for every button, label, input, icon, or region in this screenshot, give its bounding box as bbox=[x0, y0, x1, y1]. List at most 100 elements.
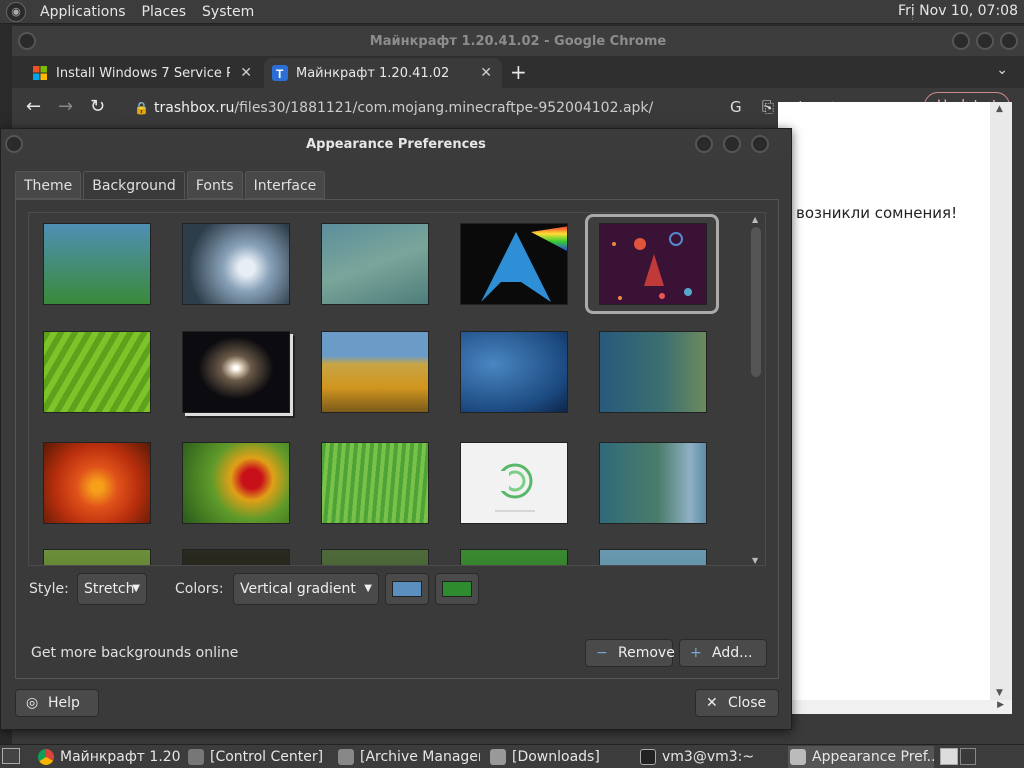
scroll-up-icon[interactable]: ▲ bbox=[996, 104, 1003, 114]
back-arrow-icon[interactable]: ← bbox=[26, 96, 41, 117]
mate-logo-icon[interactable]: ◉ bbox=[6, 1, 26, 22]
reload-icon[interactable]: ↻ bbox=[90, 96, 105, 117]
minus-icon: − bbox=[596, 645, 608, 661]
tab-close-icon[interactable]: ✕ bbox=[480, 65, 492, 81]
scroll-down-icon[interactable]: ▼ bbox=[752, 556, 758, 565]
menu-applications[interactable]: Applications bbox=[32, 4, 134, 20]
url-path: /files30/1881121/com.mojang.minecraftpe-… bbox=[234, 100, 654, 116]
taskbar-item-downloads[interactable]: [Downloads] bbox=[488, 746, 632, 768]
remove-button[interactable]: − Remove bbox=[585, 639, 675, 667]
background-thumbnail[interactable] bbox=[182, 331, 290, 413]
taskbar-item-terminal[interactable]: vm3@vm3:~ bbox=[638, 746, 782, 768]
url-domain: trashbox.ru bbox=[154, 100, 235, 116]
caret-down-icon: ▼ bbox=[364, 583, 372, 594]
menu-system[interactable]: System bbox=[194, 4, 262, 20]
colors-combo[interactable]: Vertical gradient ▼ bbox=[233, 573, 379, 605]
close-window-button[interactable] bbox=[751, 135, 769, 153]
chrome-titlebar[interactable]: Майнкрафт 1.20.41.02 - Google Chrome bbox=[12, 26, 1024, 56]
style-value: Stretch bbox=[84, 581, 135, 597]
background-thumbnail[interactable] bbox=[321, 331, 429, 413]
tab-close-icon[interactable]: ✕ bbox=[240, 65, 252, 81]
taskbar-item-chrome[interactable]: Майнкрафт 1.20... bbox=[36, 746, 180, 768]
background-thumbnail[interactable] bbox=[460, 549, 568, 565]
scrollbar-thumb[interactable] bbox=[751, 227, 761, 377]
background-thumbnail[interactable] bbox=[182, 442, 290, 524]
close-window-button[interactable] bbox=[1000, 32, 1018, 50]
background-thumbnail[interactable] bbox=[43, 442, 151, 524]
dialog-titlebar[interactable]: Appearance Preferences bbox=[1, 129, 791, 159]
primary-color-button[interactable] bbox=[385, 573, 429, 605]
help-button[interactable]: ◎ Help bbox=[15, 689, 99, 717]
background-thumbnail[interactable] bbox=[43, 223, 151, 305]
background-thumbnail[interactable] bbox=[460, 331, 568, 413]
minimize-button[interactable] bbox=[695, 135, 713, 153]
background-thumbnail[interactable] bbox=[460, 223, 568, 305]
add-label: Add... bbox=[712, 645, 753, 661]
background-thumbnail[interactable] bbox=[599, 549, 707, 565]
trashbox-logo-icon: T bbox=[272, 65, 288, 81]
tab-strip: Install Windows 7 Service Pack ✕ T Майнк… bbox=[12, 56, 1024, 88]
clock[interactable]: Fri Nov 10, 07:08 bbox=[898, 3, 1018, 19]
maximize-button[interactable] bbox=[723, 135, 741, 153]
tab-search-chevron-icon[interactable]: ⌄ bbox=[996, 62, 1008, 78]
page-scrollbar[interactable]: ▲ ▼ bbox=[990, 102, 1012, 700]
add-button[interactable]: + Add... bbox=[679, 639, 767, 667]
background-thumbnail-selected[interactable] bbox=[599, 223, 707, 305]
window-menu-button[interactable] bbox=[5, 135, 23, 153]
background-thumbnail[interactable] bbox=[321, 223, 429, 305]
workspace-2-icon[interactable] bbox=[960, 748, 976, 765]
background-thumbnail[interactable] bbox=[460, 442, 568, 524]
background-thumbnail[interactable] bbox=[321, 442, 429, 524]
background-grid: ▲ ▼ bbox=[28, 212, 766, 566]
background-thumbnail[interactable] bbox=[43, 549, 151, 565]
plus-icon: + bbox=[690, 645, 702, 661]
translate-icon[interactable]: ⎘ bbox=[762, 98, 774, 116]
background-thumbnail[interactable] bbox=[599, 331, 707, 413]
tab-background[interactable]: Background bbox=[83, 171, 185, 199]
window-menu-button[interactable] bbox=[18, 32, 36, 50]
background-thumbnail[interactable] bbox=[321, 549, 429, 565]
chrome-window-title: Майнкрафт 1.20.41.02 - Google Chrome bbox=[369, 33, 667, 49]
lock-icon[interactable]: 🔒 bbox=[134, 93, 149, 123]
taskbar-item-control-center[interactable]: [Control Center] bbox=[186, 746, 330, 768]
more-backgrounds-link[interactable]: Get more backgrounds online bbox=[31, 645, 238, 661]
close-button[interactable]: ✕ Close bbox=[695, 689, 779, 717]
browser-tab-windows[interactable]: Install Windows 7 Service Pack ✕ bbox=[24, 58, 262, 88]
tab-title: Майнкрафт 1.20.41.02 bbox=[296, 65, 450, 81]
maximize-button[interactable] bbox=[976, 32, 994, 50]
workspace-1-icon[interactable] bbox=[940, 748, 958, 765]
scroll-up-icon[interactable]: ▲ bbox=[752, 215, 758, 224]
grid-scrollbar[interactable]: ▲ ▼ bbox=[751, 215, 761, 565]
style-combo[interactable]: Stretch ▼ bbox=[77, 573, 147, 605]
tab-interface[interactable]: Interface bbox=[244, 171, 326, 199]
background-thumbnail[interactable] bbox=[182, 549, 290, 565]
scroll-down-icon[interactable]: ▼ bbox=[996, 688, 1003, 698]
taskbar-item-archive-manager[interactable]: [Archive Manager] bbox=[336, 746, 480, 768]
menu-places[interactable]: Places bbox=[134, 4, 195, 20]
google-lens-icon[interactable]: G bbox=[730, 98, 742, 116]
scroll-right-icon[interactable]: ▶ bbox=[997, 700, 1004, 710]
close-label: Close bbox=[728, 695, 767, 711]
web-page-content: е возникли сомнения! bbox=[778, 102, 990, 700]
appearance-dialog: Appearance Preferences Theme Background … bbox=[0, 128, 792, 730]
background-thumbnail[interactable] bbox=[182, 223, 290, 305]
help-lifebuoy-icon: ◎ bbox=[26, 695, 39, 711]
tab-fonts[interactable]: Fonts bbox=[186, 171, 243, 199]
taskbar-item-appearance[interactable]: Appearance Pref... bbox=[788, 746, 934, 768]
colors-label: Colors: bbox=[175, 581, 224, 597]
control-center-icon bbox=[188, 749, 204, 765]
secondary-color-button[interactable] bbox=[435, 573, 479, 605]
background-thumbnail[interactable] bbox=[599, 442, 707, 524]
style-row: Style: Stretch ▼ Colors: Vertical gradie… bbox=[15, 573, 779, 605]
browser-tab-minecraft[interactable]: T Майнкрафт 1.20.41.02 ✕ bbox=[264, 58, 502, 88]
tab-theme[interactable]: Theme bbox=[15, 171, 82, 199]
taskbar-label: [Control Center] bbox=[210, 749, 324, 765]
new-tab-plus-icon[interactable]: + bbox=[510, 60, 527, 84]
archive-manager-icon bbox=[338, 749, 354, 765]
background-thumbnail[interactable] bbox=[43, 331, 151, 413]
show-desktop-icon[interactable] bbox=[2, 748, 20, 764]
minimize-button[interactable] bbox=[952, 32, 970, 50]
forward-arrow-icon[interactable]: → bbox=[58, 96, 73, 117]
remove-label: Remove bbox=[618, 645, 675, 661]
page-hscrollbar[interactable]: ▶ bbox=[778, 700, 1012, 714]
